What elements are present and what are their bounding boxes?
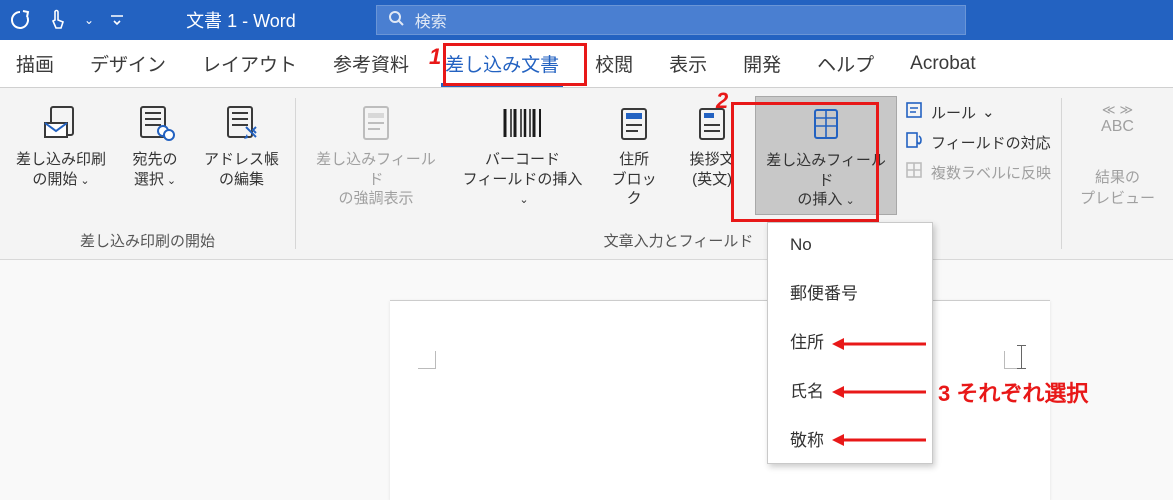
update-labels-icon: [905, 160, 925, 184]
insert-field-icon: [806, 101, 846, 147]
tab-view[interactable]: 表示: [665, 44, 711, 83]
quick-access-toolbar: ⌄: [8, 8, 126, 32]
update-labels-button: 複数ラベルに反映: [905, 160, 1051, 184]
insert-barcode-button[interactable]: バーコード フィールドの挿入⌄: [454, 96, 591, 213]
document-page[interactable]: [390, 300, 1050, 500]
menu-item-no[interactable]: No: [768, 223, 932, 267]
tab-review[interactable]: 校閲: [591, 44, 637, 83]
barcode-icon: [501, 100, 545, 146]
menu-item-name[interactable]: 氏名: [768, 365, 932, 414]
match-fields-icon: [905, 130, 925, 154]
search-icon: [387, 9, 405, 32]
search-box[interactable]: 検索: [376, 5, 966, 35]
menu-item-title[interactable]: 敬称: [768, 414, 932, 463]
start-mail-merge-button[interactable]: 差し込み印刷 の開始⌄: [10, 96, 112, 193]
touch-mode-icon[interactable]: [46, 8, 70, 32]
greeting-line-button[interactable]: 挨拶文 (英文): [677, 96, 747, 193]
group-preview-results: ≪≫ ABC 結果の プレビュー: [1062, 88, 1173, 259]
address-block-icon: [614, 100, 654, 146]
document-area: [0, 260, 1173, 500]
title-bar: ⌄ 文書 1 - Word 検索: [0, 0, 1173, 40]
menu-item-postcode[interactable]: 郵便番号: [768, 267, 932, 316]
tab-acrobat[interactable]: Acrobat: [906, 47, 979, 81]
chevron-down-icon: ⌄: [982, 103, 995, 121]
tab-help[interactable]: ヘルプ: [813, 44, 878, 83]
group-label: 文章入力とフィールド: [604, 230, 754, 255]
menu-item-address[interactable]: 住所: [768, 316, 932, 365]
margin-mark-right: [1004, 351, 1022, 369]
insert-merge-field-button[interactable]: 差し込みフィールド の挿入⌄: [755, 96, 897, 215]
group-write-insert-fields: 差し込みフィールド の強調表示 バーコード フィールドの挿入⌄ 住所 ブロック: [296, 88, 1061, 259]
edit-recipient-list-button[interactable]: アドレス帳 の編集: [198, 96, 285, 193]
group-label: 差し込み印刷の開始: [80, 230, 215, 255]
greeting-icon: [692, 100, 732, 146]
chevron-down-icon: ⌄: [80, 175, 89, 187]
tab-mailings[interactable]: 差し込み文書: [441, 44, 563, 83]
tab-design[interactable]: デザイン: [86, 44, 170, 83]
search-placeholder: 検索: [415, 8, 447, 32]
select-recipients-button[interactable]: 宛先の 選択⌄: [120, 96, 190, 193]
field-options-list: ルール ⌄ フィールドの対応 複数ラベルに反映: [905, 96, 1051, 184]
match-fields-button[interactable]: フィールドの対応: [905, 130, 1051, 154]
margin-mark-left: [418, 351, 436, 369]
chevron-down-icon: ⌄: [845, 195, 854, 207]
chevron-down-icon[interactable]: ⌄: [84, 13, 94, 27]
preview-results-button: ≪≫ ABC 結果の プレビュー: [1072, 96, 1163, 214]
address-block-button[interactable]: 住所 ブロック: [599, 96, 669, 213]
group-start-mail-merge: 差し込み印刷 の開始⌄ 宛先の 選択⌄ アドレス帳 の編集 差し込み印刷の開始: [0, 88, 295, 259]
edit-list-icon: [222, 100, 262, 146]
chevron-down-icon: ⌄: [167, 175, 176, 187]
tab-references[interactable]: 参考資料: [329, 44, 413, 83]
tab-developer[interactable]: 開発: [739, 44, 785, 83]
rules-icon: [905, 100, 925, 124]
document-envelope-icon: [41, 100, 81, 146]
autosave-icon[interactable]: [8, 8, 32, 32]
highlight-fields-icon: [356, 100, 396, 146]
rules-button[interactable]: ルール ⌄: [905, 100, 1051, 124]
customize-qat-icon[interactable]: [108, 11, 126, 29]
chevron-down-icon: ⌄: [519, 194, 528, 206]
tab-layout[interactable]: レイアウト: [198, 44, 301, 83]
ribbon-tabs: 描画 デザイン レイアウト 参考資料 差し込み文書 校閲 表示 開発 ヘルプ A…: [0, 40, 1173, 88]
tab-draw[interactable]: 描画: [12, 44, 58, 83]
recipients-icon: [135, 100, 175, 146]
insert-merge-field-dropdown: No 郵便番号 住所 氏名 敬称: [767, 222, 933, 464]
text-cursor: [1021, 345, 1022, 369]
ribbon: 差し込み印刷 の開始⌄ 宛先の 選択⌄ アドレス帳 の編集 差し込み印刷の開始: [0, 88, 1173, 260]
highlight-merge-fields-button: 差し込みフィールド の強調表示: [306, 96, 446, 213]
window-title: 文書 1 - Word: [186, 7, 296, 33]
